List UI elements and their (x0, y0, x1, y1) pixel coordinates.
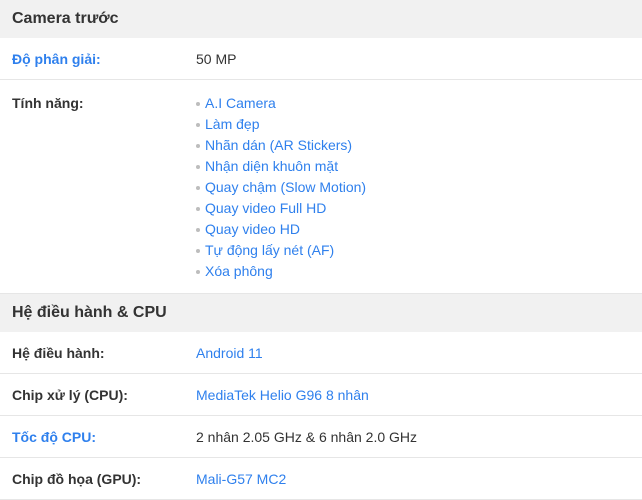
feature-item[interactable]: Quay video HD (196, 219, 642, 240)
spec-row-features: Tính năng: A.I Camera Làm đẹp Nhãn dán (… (0, 80, 642, 294)
spec-row-gpu: Chip đồ họa (GPU): Mali-G57 MC2 (0, 458, 642, 500)
feature-item[interactable]: Nhãn dán (AR Stickers) (196, 135, 642, 156)
feature-item[interactable]: Quay video Full HD (196, 198, 642, 219)
feature-link[interactable]: Nhận diện khuôn mặt (205, 156, 338, 177)
feature-link[interactable]: Làm đẹp (205, 114, 259, 135)
spec-row-cpu: Chip xử lý (CPU): MediaTek Helio G96 8 n… (0, 374, 642, 416)
feature-item[interactable]: Tự động lấy nét (AF) (196, 240, 642, 261)
spec-value-cpu-speed: 2 nhân 2.05 GHz & 6 nhân 2.0 GHz (196, 428, 418, 445)
spec-label-cpu: Chip xử lý (CPU): (12, 386, 128, 403)
feature-item[interactable]: Nhận diện khuôn mặt (196, 156, 642, 177)
spec-row-os: Hệ điều hành: Android 11 (0, 332, 642, 374)
bullet-icon (196, 227, 200, 232)
spec-value-cpu[interactable]: MediaTek Helio G96 8 nhân (196, 387, 642, 403)
spec-label-gpu: Chip đồ họa (GPU): (12, 470, 142, 487)
section-header-front-camera: Camera trước (0, 0, 642, 38)
section-title: Hệ điều hành & CPU (12, 304, 167, 321)
feature-link[interactable]: Quay video HD (205, 219, 300, 240)
feature-list: A.I Camera Làm đẹp Nhãn dán (AR Stickers… (196, 93, 642, 282)
spec-table: Camera trước Độ phân giải: 50 MP Tính nă… (0, 0, 642, 500)
feature-link[interactable]: Xóa phông (205, 261, 273, 282)
spec-value-features: A.I Camera Làm đẹp Nhãn dán (AR Stickers… (196, 93, 642, 282)
feature-link[interactable]: Nhãn dán (AR Stickers) (205, 135, 352, 156)
spec-value-os[interactable]: Android 11 (196, 345, 642, 361)
bullet-icon (196, 206, 200, 211)
bullet-icon (196, 248, 200, 253)
feature-item[interactable]: Quay chậm (Slow Motion) (196, 177, 642, 198)
feature-item[interactable]: A.I Camera (196, 93, 642, 114)
feature-link[interactable]: Quay chậm (Slow Motion) (205, 177, 366, 198)
feature-link[interactable]: Tự động lấy nét (AF) (205, 240, 334, 261)
spec-row-cpu-speed: Tốc độ CPU: 2 nhân 2.05 GHz & 6 nhân 2.0… (0, 416, 642, 458)
spec-value-gpu[interactable]: Mali-G57 MC2 (196, 471, 642, 487)
feature-link[interactable]: Quay video Full HD (205, 198, 326, 219)
spec-label-resolution[interactable]: Độ phân giải: (0, 51, 196, 67)
bullet-icon (196, 143, 200, 148)
spec-row-resolution: Độ phân giải: 50 MP (0, 38, 642, 80)
bullet-icon (196, 122, 200, 127)
bullet-icon (196, 185, 200, 190)
bullet-icon (196, 164, 200, 169)
bullet-icon (196, 101, 200, 106)
section-title: Camera trước (12, 10, 119, 27)
bullet-icon (196, 269, 200, 274)
feature-item[interactable]: Xóa phông (196, 261, 642, 282)
spec-value-resolution: 50 MP (196, 50, 237, 67)
spec-label-cpu-speed[interactable]: Tốc độ CPU: (0, 429, 196, 445)
feature-link[interactable]: A.I Camera (205, 93, 276, 114)
spec-label-features: Tính năng: (12, 95, 84, 111)
spec-label-os: Hệ điều hành: (12, 344, 105, 361)
section-header-os-cpu: Hệ điều hành & CPU (0, 294, 642, 332)
feature-item[interactable]: Làm đẹp (196, 114, 642, 135)
